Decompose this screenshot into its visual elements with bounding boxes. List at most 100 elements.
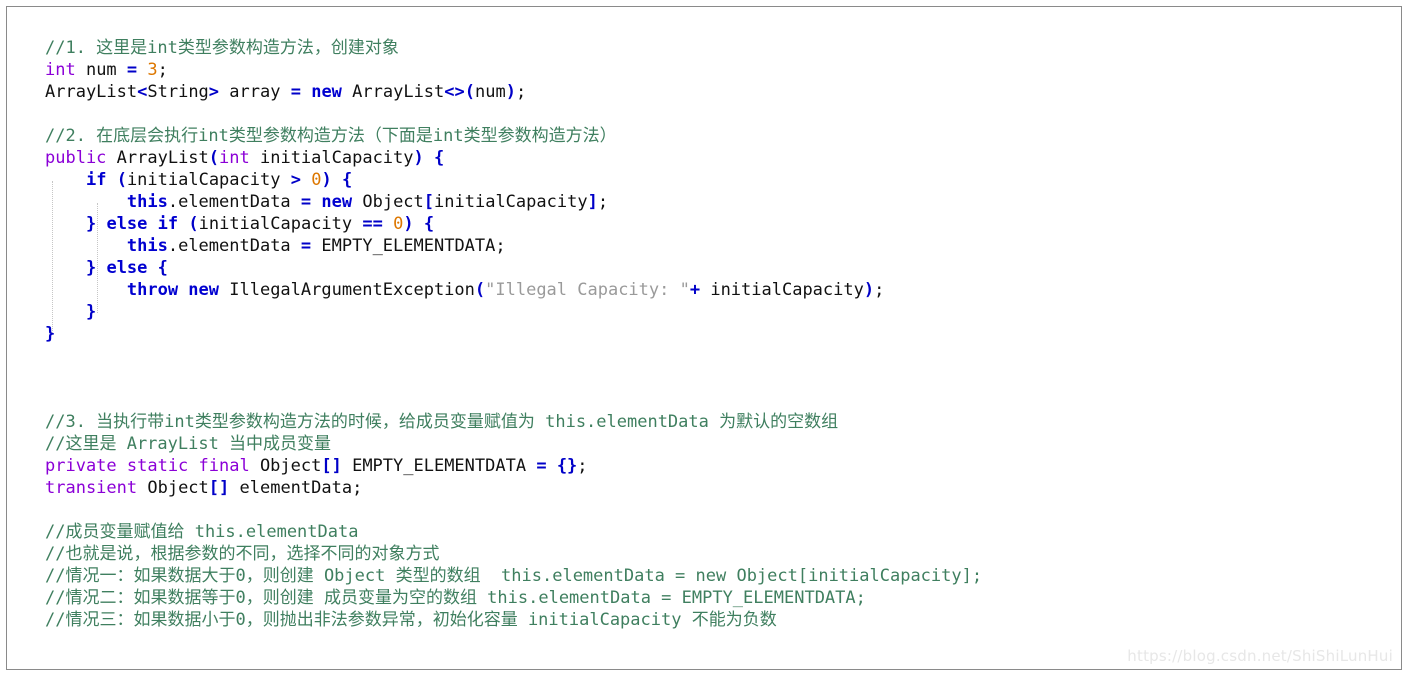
code-token: private static final [45, 456, 250, 476]
code-token: == [362, 214, 383, 234]
code-token: [] [321, 456, 342, 476]
code-line: int num = 3; [45, 59, 1401, 81]
code-token: } [85, 214, 97, 234]
code-token: { [341, 170, 353, 190]
code-line: //也就是说，根据参数的不同，选择不同的对象方式 [45, 543, 1401, 565]
indent-guide-level-1 [52, 181, 54, 333]
code-token: elementData; [229, 478, 363, 498]
code-token: = [300, 192, 312, 212]
code-line: public ArrayList(int initialCapacity) { [45, 147, 1401, 169]
code-token: } [85, 302, 97, 322]
code-token: //情况一：如果数据大于0，则创建 Object 类型的数组 this.elem… [45, 566, 983, 586]
code-line: if (initialCapacity > 0) { [45, 169, 1401, 191]
code-token: num [75, 60, 127, 80]
code-token: ( [208, 148, 220, 168]
code-token: ArrayList [341, 82, 445, 102]
code-lines-container: //1. 这里是int类型参数构造方法，创建对象 int num = 3; Arra… [45, 37, 1401, 631]
code-content[interactable]: //1. 这里是int类型参数构造方法，创建对象 int num = 3; Arra… [7, 7, 1401, 669]
code-token: = [300, 236, 312, 256]
code-line: transient Object[] elementData; [45, 477, 1401, 499]
code-token: ; [577, 456, 588, 476]
code-line: //2. 在底层会执行int类型参数构造方法（下面是int类型参数构造方法） [45, 125, 1401, 147]
code-token: initialCapacity [126, 170, 291, 190]
code-token: ] [587, 192, 598, 212]
code-token: if [85, 170, 107, 190]
code-line: //1. 这里是int类型参数构造方法，创建对象 [45, 37, 1401, 59]
code-token: EMPTY_ELEMENTDATA; [311, 236, 506, 256]
code-token: initialCapacity [700, 280, 864, 300]
code-token: //3. 当执行带int类型参数构造方法的时候，给成员变量赋值为 this.el… [45, 412, 839, 432]
code-token: ; [515, 82, 527, 102]
code-token: > [290, 170, 301, 190]
code-token: <>( [444, 82, 475, 102]
code-token: } [85, 258, 97, 278]
code-token: ; [597, 192, 609, 212]
code-block-frame: //1. 这里是int类型参数构造方法，创建对象 int num = 3; Arra… [6, 6, 1402, 670]
code-token: Object [137, 478, 209, 498]
code-token: .elementData [167, 192, 301, 212]
code-token: num [475, 82, 506, 102]
code-line: ArrayList<String> array = new ArrayList<… [45, 81, 1401, 103]
code-token: initialCapacity [198, 214, 363, 234]
code-line: private static final Object[] EMPTY_ELEM… [45, 455, 1401, 477]
code-line: } else { [45, 257, 1401, 279]
code-token: = [290, 82, 301, 102]
code-token: < [137, 82, 148, 102]
code-token: transient [45, 478, 138, 498]
code-token: ) [863, 280, 875, 300]
code-token: ) [321, 170, 332, 190]
code-token: int [45, 60, 76, 80]
code-token: new [311, 82, 342, 102]
code-token: { [423, 214, 435, 234]
code-token: .elementData [167, 236, 301, 256]
code-token: Object [352, 192, 424, 212]
code-token: 3 [147, 60, 158, 80]
code-line: //成员变量赋值给 this.elementData [45, 521, 1401, 543]
code-token: ( [188, 214, 199, 234]
code-token: //2. 在底层会执行int类型参数构造方法（下面是int类型参数构造方法） [45, 126, 617, 146]
code-token: ArrayList [45, 82, 138, 102]
code-line: } [45, 301, 1401, 323]
code-token: ArrayList [106, 148, 209, 168]
code-token: + [689, 280, 701, 300]
code-token: 0 [311, 170, 322, 190]
code-token: public [45, 148, 107, 168]
code-token: "Illegal Capacity: " [485, 280, 690, 300]
code-token: {} [556, 456, 578, 476]
code-token: = [536, 456, 547, 476]
code-line: //3. 当执行带int类型参数构造方法的时候，给成员变量赋值为 this.el… [45, 411, 1401, 433]
code-token: ; [874, 280, 885, 300]
code-token: //成员变量赋值给 this.elementData [45, 522, 359, 542]
code-line: //这里是 ArrayList 当中成员变量 [45, 433, 1401, 455]
code-token: ) [413, 148, 424, 168]
code-token: [ [423, 192, 435, 212]
code-token: EMPTY_ELEMENTDATA [341, 456, 537, 476]
code-token: Object [249, 456, 322, 476]
code-token: //也就是说，根据参数的不同，选择不同的对象方式 [45, 544, 440, 564]
code-token: this [126, 236, 168, 256]
code-token: { [434, 148, 445, 168]
watermark-text: https://blog.csdn.net/ShiShiLunHui [1127, 647, 1393, 665]
code-token: ( [474, 280, 486, 300]
code-token: IllegalArgumentException [219, 280, 475, 300]
code-line: } [45, 323, 1401, 345]
code-token: this [126, 192, 168, 212]
code-token: { [157, 258, 168, 278]
code-token: //情况三：如果数据小于0，则抛出非法参数异常，初始化容量 initialCap… [45, 610, 777, 630]
